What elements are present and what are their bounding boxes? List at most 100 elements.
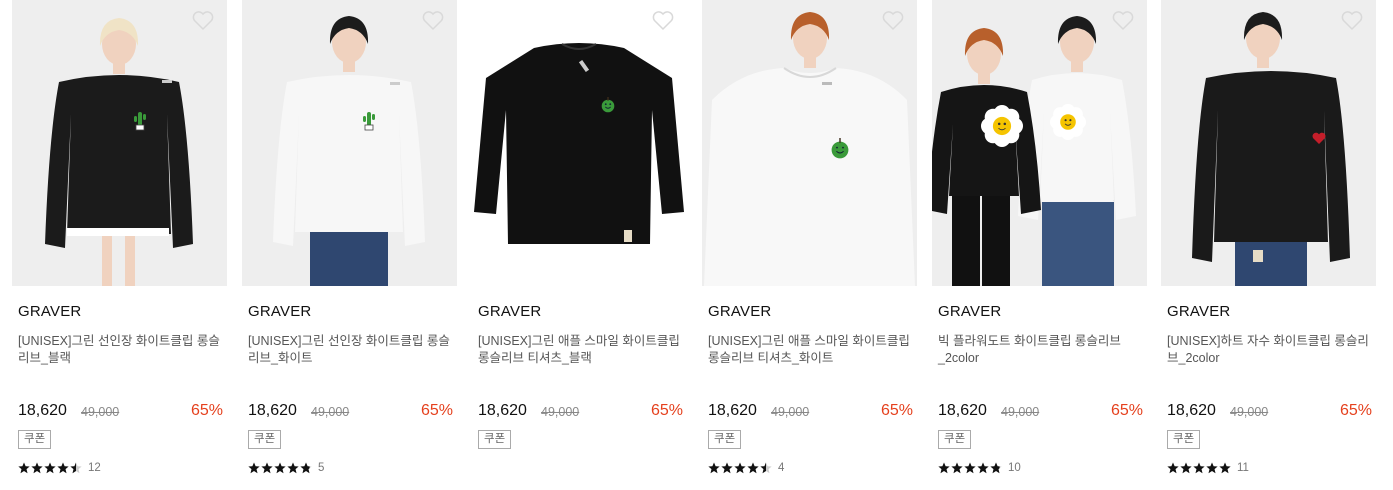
product-card[interactable]: GRAVER [UNISEX]그린 애플 스마일 화이트클립 롱슬리브 티셔츠_…: [472, 0, 687, 490]
star-icon: [287, 462, 299, 474]
star-icon: [964, 462, 976, 474]
wishlist-heart-icon[interactable]: [1111, 9, 1135, 31]
rating: 5: [248, 461, 324, 475]
star-icon: [57, 462, 69, 474]
review-count: 12: [88, 462, 101, 474]
apple-smile-icon: [831, 141, 849, 159]
star-icon: [721, 462, 733, 474]
star-icon: [274, 462, 286, 474]
discount-rate: 65%: [190, 402, 223, 419]
rating: 10: [938, 461, 1021, 475]
star-icon: [248, 462, 260, 474]
review-count: 10: [1008, 462, 1021, 474]
original-price: 49,000: [1001, 405, 1040, 419]
review-count: 5: [318, 462, 325, 474]
jeans: [1235, 238, 1307, 286]
product-card[interactable]: GRAVER [UNISEX]그린 선인장 화이트클립 롱슬리브_블랙 18,6…: [12, 0, 227, 490]
legs: [102, 228, 112, 286]
star-icon: [938, 462, 950, 474]
sale-price: 18,620: [18, 402, 67, 419]
star-icon: [1219, 462, 1231, 474]
product-name[interactable]: [UNISEX]그린 선인장 화이트클립 롱슬리브_블랙: [18, 333, 223, 367]
star-icon: [747, 462, 759, 474]
product-brand[interactable]: GRAVER: [18, 303, 81, 320]
flower-icon: [1060, 114, 1076, 130]
product-card[interactable]: GRAVER 빅 플라워도트 화이트클립 롱슬리브_2color 18,620 …: [932, 0, 1147, 490]
product-brand[interactable]: GRAVER: [478, 303, 541, 320]
product-image[interactable]: [1161, 0, 1376, 286]
discount-rate: 65%: [880, 402, 913, 419]
original-price: 49,000: [541, 405, 580, 419]
sale-price: 18,620: [248, 402, 297, 419]
product-photo: [472, 0, 687, 286]
rating-stars: [708, 462, 772, 474]
wishlist-heart-icon[interactable]: [1340, 9, 1364, 31]
product-image[interactable]: [242, 0, 457, 286]
star-icon: [708, 462, 720, 474]
product-card[interactable]: GRAVER [UNISEX]하트 자수 화이트클립 롱슬리브_2color 1…: [1161, 0, 1376, 490]
wishlist-heart-icon[interactable]: [421, 9, 445, 31]
product-brand[interactable]: GRAVER: [248, 303, 311, 320]
rating-stars: [18, 462, 82, 474]
star-icon: [951, 462, 963, 474]
sale-price: 18,620: [478, 402, 527, 419]
coupon-badge: 쿠폰: [478, 430, 512, 449]
wishlist-heart-icon[interactable]: [651, 9, 675, 31]
label-tag: [1253, 250, 1263, 262]
product-card[interactable]: GRAVER [UNISEX]그린 선인장 화이트클립 롱슬리브_화이트 18,…: [242, 0, 457, 490]
discount-rate: 65%: [650, 402, 683, 419]
product-name[interactable]: 빅 플라워도트 화이트클립 롱슬리브_2color: [938, 333, 1143, 367]
discount-rate: 65%: [420, 402, 453, 419]
rating: 4: [708, 461, 784, 475]
clip-icon: [162, 80, 172, 83]
star-icon: [1180, 462, 1192, 474]
product-brand[interactable]: GRAVER: [1167, 303, 1230, 320]
review-count: 11: [1237, 462, 1249, 474]
rating-stars: [1167, 462, 1231, 474]
discount-rate: 65%: [1339, 402, 1372, 419]
star-icon: [261, 462, 273, 474]
star-icon: [1206, 462, 1218, 474]
product-brand[interactable]: GRAVER: [938, 303, 1001, 320]
product-name[interactable]: [UNISEX]하트 자수 화이트클립 롱슬리브_2color: [1167, 333, 1372, 367]
product-image[interactable]: [472, 0, 687, 286]
original-price: 49,000: [81, 405, 120, 419]
wishlist-heart-icon[interactable]: [881, 9, 905, 31]
label-tag: [624, 230, 632, 242]
product-brand[interactable]: GRAVER: [708, 303, 771, 320]
star-icon: [44, 462, 56, 474]
shorts: [952, 194, 980, 286]
jeans: [310, 228, 388, 286]
heart-icon: [1341, 11, 1363, 31]
product-photo: [702, 0, 917, 286]
star-icon: [977, 462, 989, 474]
rating: 11: [1167, 461, 1249, 475]
review-count: 4: [778, 462, 785, 474]
product-image[interactable]: [932, 0, 1147, 286]
product-photo: [242, 0, 457, 286]
sale-price: 18,620: [1167, 402, 1216, 419]
tshirt: [1192, 71, 1350, 262]
product-name[interactable]: [UNISEX]그린 선인장 화이트클립 롱슬리브_화이트: [248, 333, 453, 367]
product-name[interactable]: [UNISEX]그린 애플 스마일 화이트클립 롱슬리브 티셔츠_블랙: [478, 333, 683, 367]
star-icon: [1193, 462, 1205, 474]
star-icon: [734, 462, 746, 474]
product-name[interactable]: [UNISEX]그린 애플 스마일 화이트클립 롱슬리브 티셔츠_화이트: [708, 333, 913, 367]
original-price: 49,000: [311, 405, 350, 419]
star-icon: [1167, 462, 1179, 474]
discount-rate: 65%: [1110, 402, 1143, 419]
rating-stars: [938, 462, 1002, 474]
wishlist-heart-icon[interactable]: [191, 9, 215, 31]
coupon-badge: 쿠폰: [248, 430, 282, 449]
product-image[interactable]: [702, 0, 917, 286]
original-price: 49,000: [1230, 405, 1269, 419]
product-photo: [12, 0, 227, 286]
product-card[interactable]: GRAVER [UNISEX]그린 애플 스마일 화이트클립 롱슬리브 티셔츠_…: [702, 0, 917, 490]
clip-icon: [390, 82, 400, 85]
rating-stars: [248, 462, 312, 474]
coupon-badge: 쿠폰: [1167, 430, 1201, 449]
coupon-badge: 쿠폰: [708, 430, 742, 449]
tshirt: [704, 68, 915, 286]
star-icon: [18, 462, 30, 474]
product-image[interactable]: [12, 0, 227, 286]
